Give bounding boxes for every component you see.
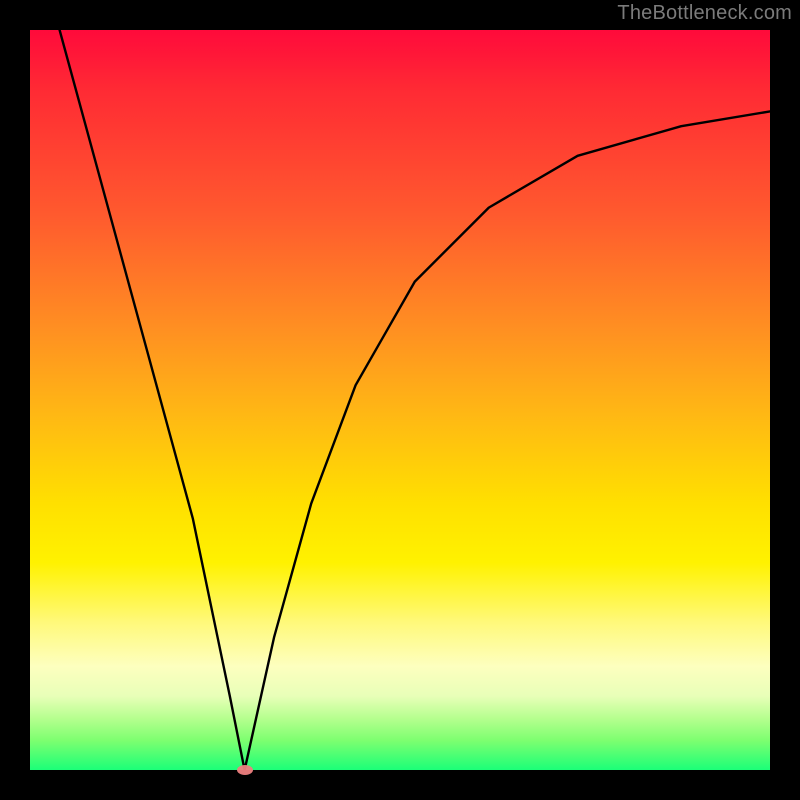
curve-path	[60, 30, 770, 770]
chart-frame: TheBottleneck.com	[0, 0, 800, 800]
watermark-label: TheBottleneck.com	[617, 2, 792, 25]
plot-area	[30, 30, 770, 770]
trough-marker	[237, 765, 253, 775]
curve-svg	[30, 30, 770, 770]
